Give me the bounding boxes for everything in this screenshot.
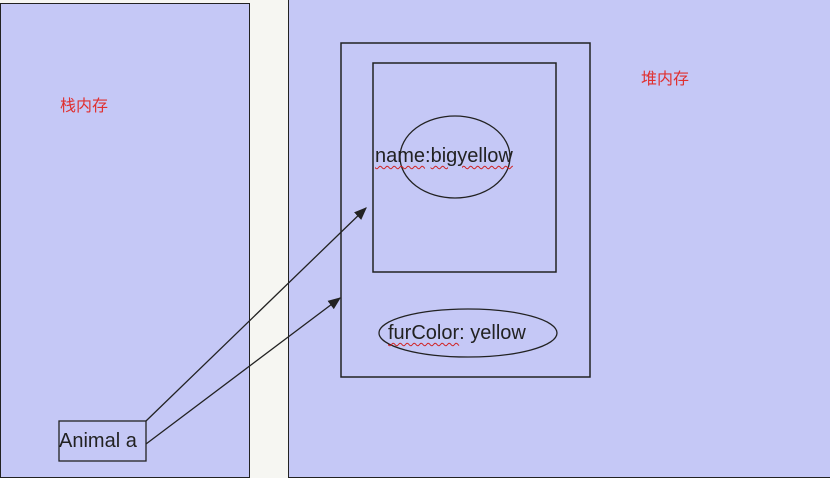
name-field-key: name xyxy=(375,145,426,167)
name-field-text: name:bigyellow xyxy=(375,145,513,168)
furcolor-field-sep: : xyxy=(459,322,471,344)
reference-arrow-to-parent xyxy=(145,207,367,422)
furcolor-field-key: furColor xyxy=(388,322,460,344)
furcolor-field-text: furColor: yellow xyxy=(388,322,526,345)
name-field-value: bigyellow xyxy=(430,145,513,167)
diagram-shapes xyxy=(58,42,591,462)
reference-variable-label: Animal a xyxy=(59,430,137,452)
furcolor-field-value: yellow xyxy=(470,322,526,344)
reference-arrow-to-object xyxy=(145,297,342,445)
